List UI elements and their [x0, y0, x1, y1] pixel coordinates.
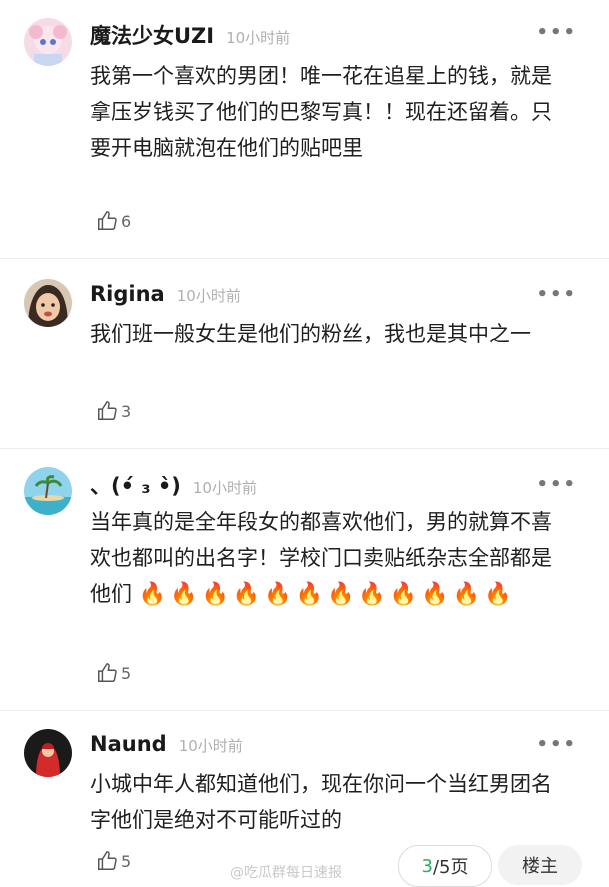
- comment-text: 小城中年人都知道他们，现在你问一个当红男团名字他们是绝对不可能听过的: [90, 772, 552, 832]
- timestamp: 10小时前: [176, 287, 241, 305]
- more-options-button[interactable]: •••: [536, 474, 577, 495]
- thumbs-up-icon: [98, 663, 117, 682]
- page-selector-button[interactable]: 3/5页: [398, 845, 492, 887]
- username[interactable]: Naund 10小时前: [90, 732, 243, 756]
- like-count: 5: [121, 663, 132, 683]
- like-button[interactable]: 5: [96, 850, 131, 872]
- avatar[interactable]: [24, 467, 72, 515]
- thumbs-up-icon: [98, 851, 117, 870]
- divider: [0, 710, 609, 711]
- thumbs-up-icon: [98, 211, 117, 230]
- like-count: 6: [121, 211, 132, 231]
- timestamp: 10小时前: [226, 29, 291, 47]
- like-count: 5: [121, 851, 132, 871]
- username[interactable]: 魔法少女UZI 10小时前: [90, 20, 290, 50]
- username-text[interactable]: 、(•́ ₃ •̀): [90, 474, 181, 498]
- fire-emoji: 🔥🔥🔥🔥🔥🔥🔥🔥🔥🔥🔥🔥: [138, 582, 516, 607]
- more-options-button[interactable]: •••: [536, 22, 577, 43]
- username-text[interactable]: Naund: [90, 732, 167, 756]
- like-button[interactable]: 5: [96, 662, 131, 684]
- comment-text: 当年真的是全年段女的都喜欢他们，男的就算不喜欢也都叫的出名字！学校门口卖贴纸杂志…: [90, 504, 570, 613]
- comment-text: 我第一个喜欢的男团！唯一花在追星上的钱，就是拿压岁钱买了他们的巴黎写真！！现在还…: [90, 64, 552, 160]
- watermark: @吃瓜群每日速报: [230, 865, 342, 881]
- timestamp: 10小时前: [178, 737, 243, 755]
- divider: [0, 448, 609, 449]
- username[interactable]: 、(•́ ₃ •̀) 10小时前: [90, 470, 257, 500]
- op-only-button[interactable]: 楼主: [498, 845, 582, 885]
- total-pages: /5页: [432, 857, 469, 878]
- thumbs-up-icon: [98, 401, 117, 420]
- like-count: 3: [121, 401, 132, 421]
- like-button[interactable]: 6: [96, 210, 131, 232]
- current-page: 3: [421, 855, 433, 877]
- more-options-button[interactable]: •••: [536, 284, 577, 305]
- username[interactable]: Rigina 10小时前: [90, 282, 241, 306]
- comment-text: 我们班一般女生是他们的粉丝，我也是其中之一: [90, 322, 531, 346]
- username-text[interactable]: Rigina: [90, 282, 165, 306]
- like-button[interactable]: 3: [96, 400, 131, 422]
- avatar[interactable]: [24, 279, 72, 327]
- timestamp: 10小时前: [192, 479, 257, 497]
- username-text[interactable]: 魔法少女UZI: [90, 24, 214, 48]
- divider: [0, 258, 609, 259]
- avatar[interactable]: [24, 729, 72, 777]
- avatar[interactable]: [24, 18, 72, 66]
- more-options-button[interactable]: •••: [536, 734, 577, 755]
